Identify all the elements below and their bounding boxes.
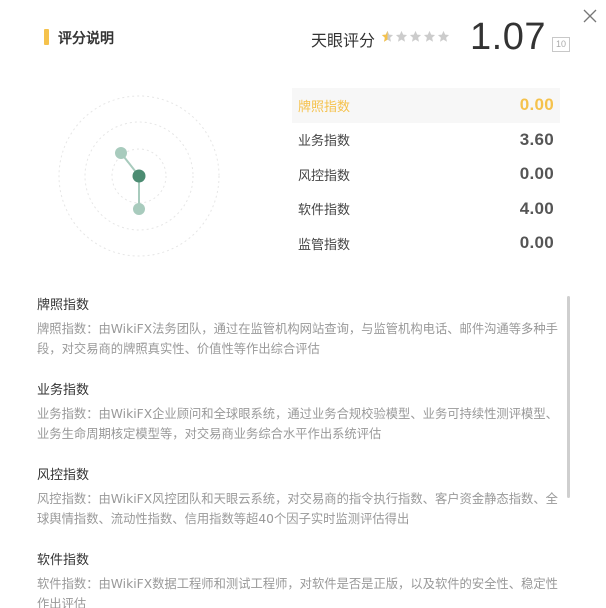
close-icon — [583, 9, 597, 23]
radar-point-software — [133, 203, 145, 215]
star-rating — [381, 30, 450, 43]
section-title: 软件指数 — [37, 553, 90, 568]
section-title: 风控指数 — [37, 468, 90, 483]
star-icon — [423, 30, 436, 42]
metric-row-risk[interactable]: 风控指数 0.00 — [292, 157, 560, 192]
tianyan-score-label: 天眼评分 — [311, 31, 376, 50]
description-section: 软件指数 软件指数：由WikiFX数据工程师和测试工程师，对软件是否是正版，以及… — [37, 551, 567, 608]
metrics-list: 牌照指数 0.00 业务指数 3.60 风控指数 0.00 软件指数 4.00 … — [292, 88, 560, 261]
description-section: 牌照指数 牌照指数：由WikiFX法务团队，通过在监管机构网站查询，与监管机构电… — [37, 296, 567, 359]
metric-value: 3.60 — [519, 129, 554, 149]
scrollbar-thumb[interactable] — [567, 296, 570, 498]
description-section: 业务指数 业务指数：由WikiFX企业顾问和全球眼系统，通过业务合规校验模型、业… — [37, 381, 567, 444]
radar-chart — [58, 95, 220, 257]
star-icon — [381, 30, 394, 42]
overall-score: 1.07 — [470, 16, 546, 58]
section-title: 业务指数 — [37, 383, 90, 398]
section-body: 软件指数：由WikiFX数据工程师和测试工程师，对软件是否是正版，以及软件的安全… — [37, 577, 558, 608]
radar-center — [132, 169, 146, 183]
metric-value: 4.00 — [519, 198, 554, 218]
header-title: 评分说明 — [58, 31, 114, 47]
metric-row-license[interactable]: 牌照指数 0.00 — [292, 88, 560, 123]
section-body: 风控指数：由WikiFX风控团队和天眼云系统，对交易商的指令执行指数、客户资金静… — [37, 492, 558, 526]
star-icon — [409, 30, 422, 42]
metric-row-business[interactable]: 业务指数 3.60 — [292, 123, 560, 158]
metric-name: 牌照指数 — [298, 99, 351, 115]
metric-row-regulatory[interactable]: 监管指数 0.00 — [292, 226, 560, 261]
metric-name: 业务指数 — [298, 134, 351, 150]
metric-row-software[interactable]: 软件指数 4.00 — [292, 192, 560, 227]
description-section: 风控指数 风控指数：由WikiFX风控团队和天眼云系统，对交易商的指令执行指数、… — [37, 466, 567, 529]
metric-value: 0.00 — [519, 95, 554, 115]
section-body: 牌照指数：由WikiFX法务团队，通过在监管机构网站查询，与监管机构电话、邮件沟… — [37, 322, 558, 356]
radar-point-business — [115, 147, 127, 159]
star-icon — [437, 30, 450, 42]
star-icon — [395, 30, 408, 42]
metric-value: 0.00 — [519, 233, 554, 253]
close-button[interactable] — [580, 6, 600, 26]
score-scale-max: 10 — [552, 37, 570, 52]
header-accent-bar — [44, 29, 49, 45]
metric-name: 风控指数 — [298, 168, 351, 184]
section-title: 牌照指数 — [37, 298, 90, 313]
description-panel: 牌照指数 牌照指数：由WikiFX法务团队，通过在监管机构网站查询，与监管机构电… — [37, 296, 567, 608]
metric-name: 监管指数 — [298, 237, 351, 253]
section-body: 业务指数：由WikiFX企业顾问和全球眼系统，通过业务合规校验模型、业务可持续性… — [37, 407, 558, 441]
metric-value: 0.00 — [519, 164, 554, 184]
metric-name: 软件指数 — [298, 203, 351, 219]
